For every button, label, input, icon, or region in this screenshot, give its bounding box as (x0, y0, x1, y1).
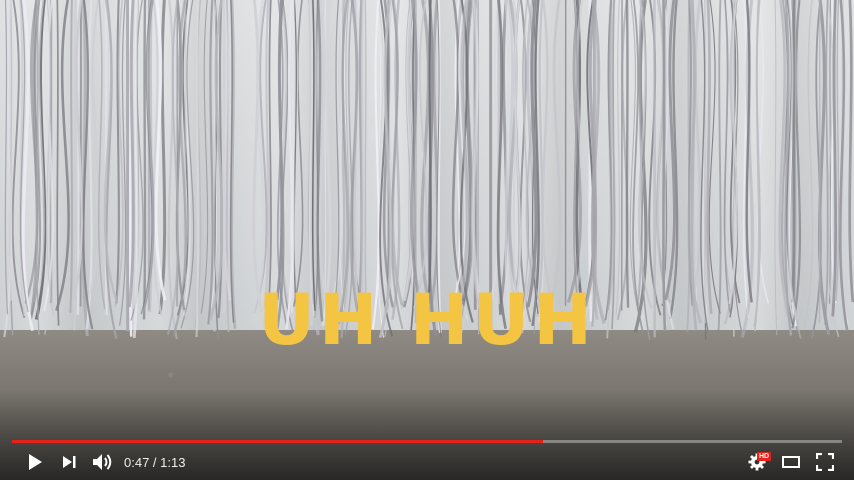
theater-mode-icon (782, 456, 800, 468)
duration: 1:13 (160, 454, 186, 470)
progress-played (12, 440, 544, 443)
settings-button[interactable]: HD (740, 446, 774, 478)
volume-button[interactable] (86, 446, 120, 478)
volume-icon (93, 454, 112, 470)
player-controls: 0:47 / 1:13 HD (0, 446, 854, 478)
fullscreen-icon (816, 453, 834, 471)
video-frame[interactable]: UH HUH (0, 0, 854, 480)
hd-badge: HD (757, 452, 772, 461)
current-time: 0:47 (124, 454, 150, 470)
progress-bar[interactable] (12, 440, 842, 443)
time-separator: / (149, 454, 161, 470)
theater-mode-button[interactable] (774, 446, 808, 478)
next-button[interactable] (52, 446, 86, 478)
fullscreen-button[interactable] (808, 446, 842, 478)
play-icon (29, 454, 42, 470)
time-display: 0:47 / 1:13 (124, 455, 185, 470)
next-icon (63, 456, 76, 468)
video-caption: UH HUH (258, 279, 596, 361)
play-button[interactable] (18, 446, 52, 478)
